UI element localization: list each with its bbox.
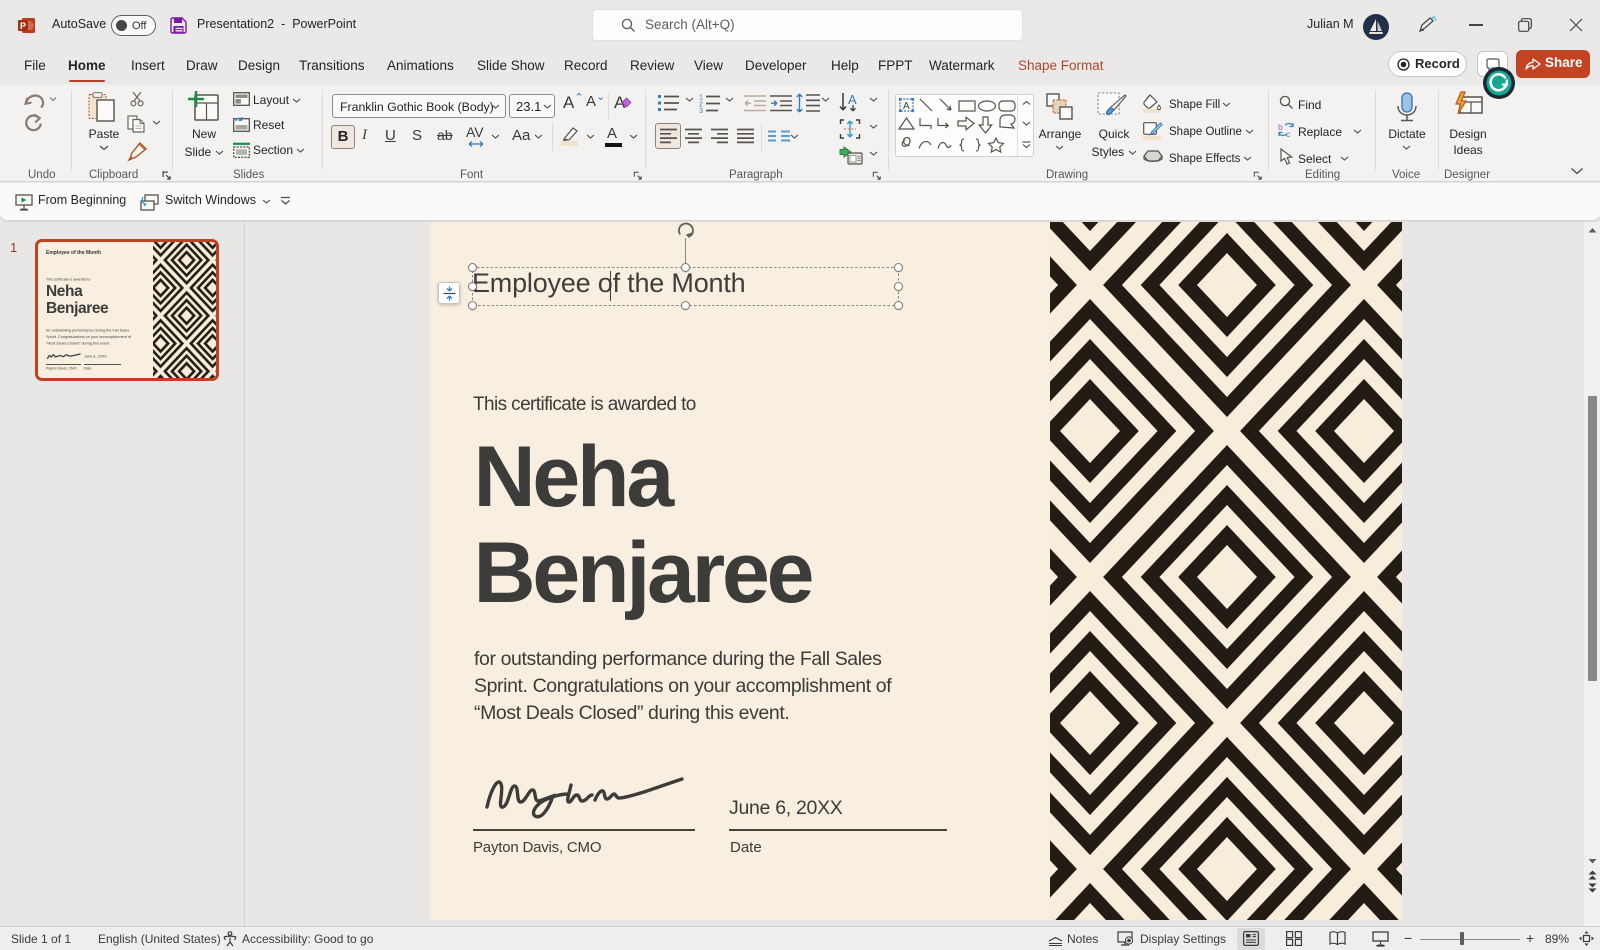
svg-text:3: 3 [699, 108, 703, 113]
svg-text:1: 1 [699, 95, 703, 102]
svg-text:P: P [20, 21, 26, 31]
svg-text:A: A [848, 92, 857, 107]
svg-text:A: A [903, 101, 910, 112]
svg-text:c: c [1286, 129, 1291, 138]
svg-text:b: b [1278, 122, 1283, 132]
